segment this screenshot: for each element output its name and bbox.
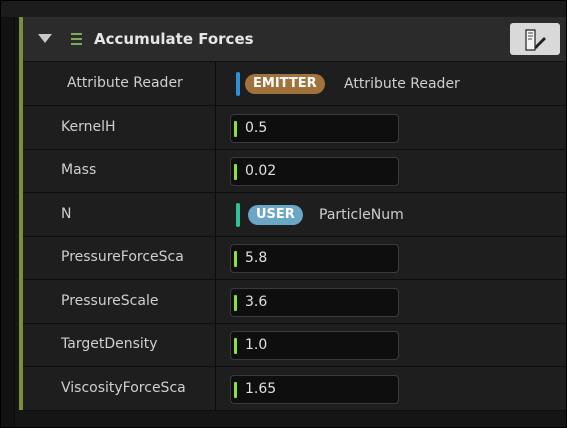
left-scroll-track (1, 17, 15, 427)
linked-parameter-name[interactable]: ParticleNum (319, 205, 404, 225)
float-value: 3.6 (245, 293, 268, 310)
param-row: TargetDensity 1.0 (23, 323, 566, 367)
hamburger-icon[interactable] (71, 33, 82, 45)
float-value: 1.65 (245, 380, 277, 397)
param-row: N USER ParticleNum (23, 192, 566, 237)
float-value: 0.02 (245, 163, 277, 179)
param-row: Attribute Reader EMITTER Attribute Reader (23, 62, 566, 106)
param-label: PressureForceSca (61, 249, 184, 265)
float-type-indicator (234, 120, 237, 137)
float-type-indicator (234, 294, 237, 311)
column-divider[interactable] (215, 366, 216, 410)
column-divider[interactable] (215, 105, 216, 149)
param-row: PressureScale 3.6 (23, 279, 566, 324)
param-row: Mass 0.02 (23, 149, 566, 193)
column-divider[interactable] (215, 236, 216, 279)
details-window: Accumulate Forces Attribute Reader EMITTE… (0, 0, 567, 428)
column-divider[interactable] (215, 279, 216, 323)
triangle-down-icon[interactable] (38, 34, 52, 43)
float-input[interactable]: 1.0 (230, 331, 399, 360)
link-pin (236, 72, 240, 96)
namespace-badge[interactable]: EMITTER (245, 74, 325, 94)
column-divider[interactable] (215, 62, 216, 105)
module-panel: Accumulate Forces Attribute Reader EMITTE… (19, 17, 566, 411)
param-label: KernelH (61, 118, 116, 135)
param-label: TargetDensity (61, 336, 158, 352)
float-input[interactable]: 1.65 (230, 374, 399, 404)
float-type-indicator (234, 164, 237, 180)
param-label: ViscosityForceSca (61, 379, 186, 396)
param-row: ViscosityForceSca 1.65 (23, 366, 566, 411)
float-type-indicator (234, 381, 237, 398)
float-input[interactable]: 5.8 (230, 244, 399, 273)
column-divider[interactable] (215, 192, 216, 236)
float-value: 5.8 (245, 250, 268, 266)
param-row: PressureForceSca 5.8 (23, 236, 566, 280)
float-input[interactable]: 3.6 (230, 287, 399, 317)
float-value: 1.0 (245, 337, 268, 353)
param-label: Attribute Reader (67, 75, 183, 91)
float-value: 0.5 (245, 119, 268, 136)
float-input[interactable]: 0.02 (230, 157, 399, 186)
document-edit-icon (525, 29, 546, 51)
float-type-indicator (234, 338, 237, 354)
document-edit-button[interactable] (510, 23, 560, 55)
namespace-badge[interactable]: USER (248, 204, 303, 225)
module-title: Accumulate Forces (94, 30, 254, 48)
link-pin (236, 202, 240, 227)
column-divider[interactable] (215, 323, 216, 366)
param-label: Mass (61, 162, 97, 178)
param-label: N (61, 205, 72, 222)
module-header[interactable]: Accumulate Forces (23, 17, 566, 62)
top-strip (1, 1, 566, 17)
column-divider[interactable] (215, 149, 216, 192)
float-input[interactable]: 0.5 (230, 113, 399, 143)
param-row: KernelH 0.5 (23, 105, 566, 150)
linked-parameter-name[interactable]: Attribute Reader (344, 74, 460, 94)
param-label: PressureScale (61, 292, 159, 309)
float-type-indicator (234, 251, 237, 267)
